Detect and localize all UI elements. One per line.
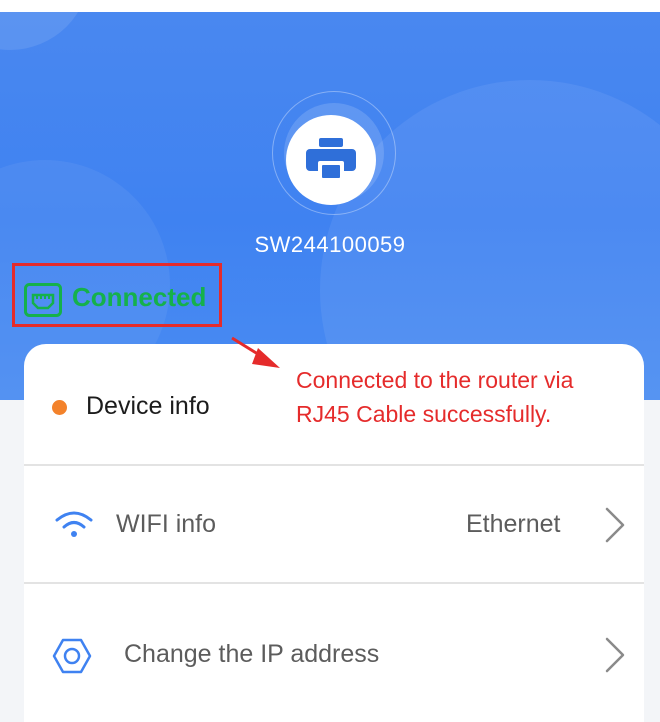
ethernet-port-icon [24, 283, 62, 322]
device-id: SW244100059 [254, 232, 406, 257]
connection-status: Connected [72, 282, 207, 312]
annotation-line-1: Connected to the router via [296, 367, 574, 393]
chevron-right-icon [604, 506, 626, 549]
device-info-label: Device info [86, 392, 210, 420]
wifi-info-row[interactable]: WIFI info Ethernet [24, 466, 644, 582]
wifi-info-label: WIFI info [116, 510, 217, 538]
change-ip-label: Change the IP address [124, 640, 380, 668]
annotation-arrow [228, 334, 288, 381]
annotation-text: Connected to the router via RJ45 Cable s… [296, 363, 573, 431]
annotation-line-2: RJ45 Cable successfully. [296, 401, 552, 427]
chevron-right-icon [604, 636, 626, 679]
top-strip [0, 0, 660, 12]
printer-icon [306, 138, 356, 182]
wifi-icon [54, 510, 94, 543]
device-avatar[interactable] [286, 115, 376, 205]
status-dot [52, 400, 67, 415]
wifi-info-value: Ethernet [466, 510, 561, 538]
settings-icon [52, 638, 92, 679]
change-ip-row[interactable]: Change the IP address [24, 584, 644, 722]
top-strip-decoration [0, 0, 660, 12]
